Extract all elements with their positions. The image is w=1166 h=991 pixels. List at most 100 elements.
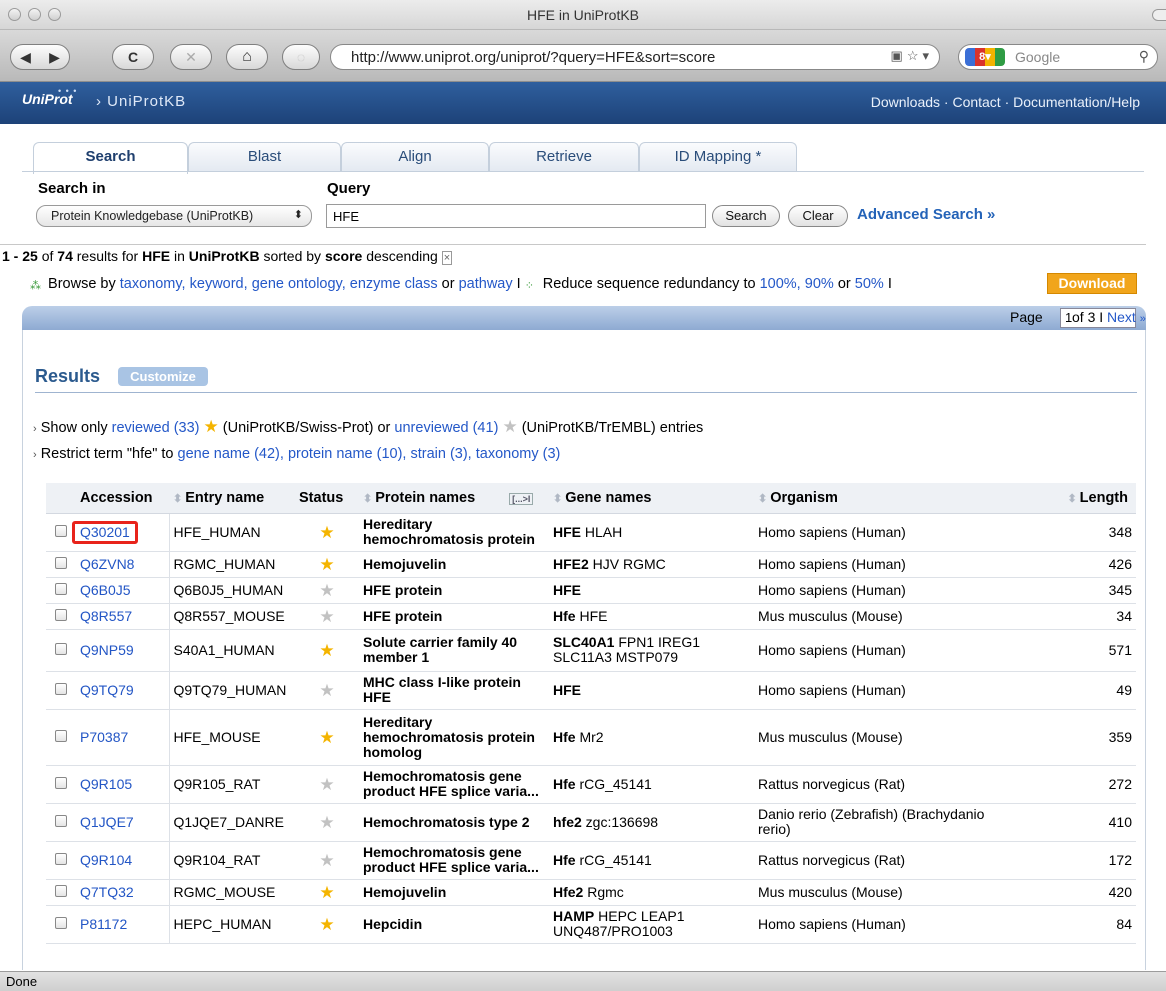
table-row[interactable]: Q9R105 Q9R105_RAT ★ Hemochromatosis gene pr… — [46, 765, 1136, 804]
accession-link[interactable]: Q9R104 — [80, 852, 132, 868]
query-label: Query — [327, 180, 371, 197]
customize-button[interactable]: Customize — [118, 367, 208, 386]
tab-align[interactable]: Align — [341, 142, 489, 172]
table-row[interactable]: Q9R104 Q9R104_RAT ★ Hemochromatosis gene pr… — [46, 841, 1136, 880]
query-input[interactable]: HFE — [326, 204, 706, 228]
forward-arrow-icon[interactable]: ▶ — [49, 49, 60, 66]
row-checkbox[interactable] — [55, 729, 67, 742]
primary-gene-name: HFE — [553, 523, 581, 540]
table-row[interactable]: P81172 HEPC_HUMAN ★ Hepcidin HAMP HEPC LEAP1… — [46, 905, 1136, 944]
magnifier-icon[interactable]: ⚲ — [1139, 48, 1149, 65]
breadcrumb[interactable]: › UniProtKB — [96, 93, 186, 110]
search-button[interactable]: Search — [712, 205, 780, 227]
accession-link[interactable]: Q1JQE7 — [80, 814, 134, 830]
row-checkbox[interactable] — [55, 682, 67, 695]
row-checkbox[interactable] — [55, 608, 67, 621]
redundancy-90-link[interactable]: 90% — [805, 276, 834, 292]
accession-link[interactable]: P70387 — [80, 729, 128, 745]
download-button[interactable]: Download — [1047, 273, 1137, 294]
gene-synonyms: Mr2 — [575, 728, 604, 745]
column-header-status[interactable]: Status — [295, 483, 359, 514]
tab-search[interactable]: Search — [33, 142, 188, 174]
next-page-link[interactable]: Next — [1107, 309, 1136, 325]
table-row[interactable]: Q6B0J5 Q6B0J5_HUMAN ★ HFE protein HFE Homo sa… — [46, 577, 1136, 604]
gene-names-cell: hfe2 zgc:136698 — [549, 803, 754, 842]
table-row[interactable]: P70387 HFE_MOUSE ★ Hereditary hemochromatos… — [46, 709, 1136, 766]
row-checkbox-cell — [46, 879, 76, 906]
row-checkbox[interactable] — [55, 884, 67, 897]
remove-sort-icon[interactable]: × — [441, 251, 453, 265]
search-engine-box[interactable]: 8▾ Google ⚲ — [958, 44, 1158, 70]
tab-retrieve[interactable]: Retrieve — [489, 142, 639, 172]
browse-pathway-link[interactable]: pathway — [459, 276, 513, 292]
browse-enzyme-class-link[interactable]: enzyme class — [350, 276, 438, 292]
column-header-entry-name[interactable]: ⬍ Entry name — [169, 483, 295, 514]
organism-cell: Rattus norvegicus (Rat) — [754, 765, 994, 804]
column-header-accession[interactable]: Accession — [76, 483, 169, 514]
reviewed-filter-link[interactable]: reviewed (33) — [112, 420, 200, 436]
accession-link[interactable]: Q9NP59 — [80, 642, 134, 658]
restrict-gene-name-link[interactable]: gene name (42), — [178, 446, 284, 462]
row-checkbox[interactable] — [55, 814, 67, 827]
row-checkbox[interactable] — [55, 852, 67, 865]
row-checkbox[interactable] — [55, 916, 67, 929]
gene-synonyms: Rgmc — [583, 883, 624, 900]
home-button[interactable]: ⌂ — [226, 44, 268, 70]
advanced-search-link[interactable]: Advanced Search » — [857, 206, 995, 223]
unreviewed-filter-link[interactable]: unreviewed (41) — [394, 420, 498, 436]
table-row[interactable]: Q30201 HFE_HUMAN ★ Hereditary hemochromatos… — [46, 513, 1136, 552]
table-row[interactable]: Q7TQ32 RGMC_MOUSE ★ Hemojuvelin Hfe2 Rgmc Mus… — [46, 879, 1136, 906]
accession-link[interactable]: Q8R557 — [80, 608, 132, 624]
accession-link[interactable]: Q9TQ79 — [80, 682, 134, 698]
rss-icon[interactable]: ▣ — [891, 48, 903, 64]
database-select[interactable]: Protein Knowledgebase (UniProtKB) ⬍ — [36, 205, 312, 227]
accession-link[interactable]: Q9R105 — [80, 776, 132, 792]
column-header-gene-names[interactable]: ⬍ Gene names — [549, 483, 754, 514]
browse-taxonomy-link[interactable]: taxonomy, — [120, 276, 186, 292]
column-header-organism[interactable]: ⬍ Organism — [754, 483, 994, 514]
table-row[interactable]: Q9TQ79 Q9TQ79_HUMAN ★ MHC class I-like prot… — [46, 671, 1136, 710]
accession-link[interactable]: Q30201 — [72, 520, 138, 544]
browse-gene-ontology-link[interactable]: gene ontology, — [252, 276, 346, 292]
column-header-length[interactable]: ⬍ Length — [994, 483, 1136, 514]
organism-cell: Homo sapiens (Human) — [754, 671, 994, 710]
filter-text: Show only — [40, 420, 108, 436]
url-bar[interactable]: http://www.uniprot.org/uniprot/?query=HF… — [330, 44, 940, 70]
row-checkbox[interactable] — [55, 642, 67, 655]
table-row[interactable]: Q1JQE7 Q1JQE7_DANRE ★ Hemochromatosis type … — [46, 803, 1136, 842]
accession-link[interactable]: Q6B0J5 — [80, 582, 131, 598]
header-links[interactable]: Downloads · Contact · Documentation/Help — [871, 94, 1140, 110]
next-arrow-icon[interactable]: » — [1140, 313, 1146, 325]
row-checkbox[interactable] — [55, 582, 67, 595]
accession-link[interactable]: Q7TQ32 — [80, 884, 134, 900]
table-row[interactable]: Q6ZVN8 RGMC_HUMAN ★ Hemojuvelin HFE2 HJV RGM… — [46, 551, 1136, 578]
tab-blast[interactable]: Blast — [188, 142, 341, 172]
toolbar-toggle-icon[interactable] — [1152, 9, 1166, 21]
redundancy-100-link[interactable]: 100%, — [760, 276, 801, 292]
accession-link[interactable]: Q6ZVN8 — [80, 556, 134, 572]
reload-button[interactable]: C — [112, 44, 154, 70]
clear-button[interactable]: Clear — [788, 205, 848, 227]
row-checkbox[interactable] — [55, 776, 67, 789]
row-checkbox[interactable] — [55, 556, 67, 569]
row-checkbox[interactable] — [55, 524, 67, 537]
table-row[interactable]: Q9NP59 S40A1_HUMAN ★ Solute carrier family … — [46, 629, 1136, 672]
stop-button[interactable]: ✕ — [170, 44, 212, 70]
back-arrow-icon[interactable]: ◀ — [20, 49, 31, 66]
restrict-strain-link[interactable]: strain (3), — [410, 446, 471, 462]
page-status-button[interactable]: ◌ — [282, 44, 320, 70]
dropdown-icon[interactable]: ▾ — [922, 48, 929, 64]
bookmark-star-icon[interactable]: ☆ — [907, 48, 919, 64]
restrict-taxonomy-link[interactable]: taxonomy (3) — [476, 446, 561, 462]
redundancy-50-link[interactable]: 50% — [855, 276, 884, 292]
google-engine-icon[interactable]: 8▾ — [965, 48, 1005, 66]
column-header-protein-names[interactable]: ⬍ Protein names [...>I — [359, 483, 549, 514]
entry-name-cell: Q8R557_MOUSE — [169, 603, 295, 630]
restrict-protein-name-link[interactable]: protein name (10), — [288, 446, 406, 462]
tab-id-mapping[interactable]: ID Mapping * — [639, 142, 797, 172]
accession-link[interactable]: P81172 — [80, 916, 127, 932]
expand-column-icon[interactable]: [...>I — [509, 492, 534, 505]
browse-keyword-link[interactable]: keyword, — [190, 276, 248, 292]
table-row[interactable]: Q8R557 Q8R557_MOUSE ★ HFE protein Hfe HFE Mus… — [46, 603, 1136, 630]
page-label: Page — [1010, 309, 1043, 325]
